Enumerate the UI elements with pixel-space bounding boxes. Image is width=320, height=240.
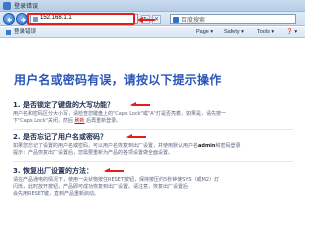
search-input[interactable]: 百度搜索 — [170, 14, 296, 24]
section-text: 下"Caps Lock"关闭，然后 刷新 后再重新登录。 — [13, 118, 121, 125]
browser-icon — [3, 2, 11, 10]
back-arrow-icon — [7, 17, 12, 23]
section-title-factory-reset: 3. 恢复出厂设置的方法： — [13, 167, 93, 175]
section-text: 提示：产品恢复出厂设置后，您需要重新为产品的各项设置做全面设置。 — [13, 150, 174, 156]
annotation-arrow-icon — [137, 17, 155, 23]
section-title-forgot-password: 2. 是否忘记了用户名或密码？ — [13, 133, 107, 141]
tab-bar: 登录错误 Page ▾ Safety ▾ Tools ▾ ❓ ▾ — [0, 27, 305, 38]
window-titlebar: 登录错误 — [0, 0, 305, 12]
section-text-part: 如果您忘记了设置的用户名或密码，可以用户名恢复到出厂设置，并使用默认用户名 — [13, 143, 199, 149]
section-title-caps-lock: 1. 是否锁定了键盘的大写功能？ — [13, 101, 114, 109]
section-text: 请在产品通电的情况下，使用一尖状物按住RESET按钮，保持按压约5秒钟使SYS（… — [13, 177, 220, 183]
page-content: 用户名或密码有误，请按以下提示操作 1. 是否锁定了键盘的大写功能？ 用户名和密… — [0, 39, 305, 214]
search-provider-icon — [173, 17, 179, 23]
page-heading: 用户名或密码有误，请按以下提示操作 — [14, 73, 222, 87]
address-highlight-annotation — [27, 13, 135, 25]
section-text: 用户名和密码区分大小写，请检查您键盘上的"Caps Lock"或"A"灯是否亮着… — [13, 111, 226, 117]
refresh-link[interactable]: 刷新 — [75, 118, 85, 124]
annotation-arrow-icon — [130, 102, 150, 106]
default-username: admin — [198, 143, 216, 149]
section-text: 闪烁，此时放开按钮，产品即可成功恢复到出厂设置。请注意，恢复出厂设置后 — [13, 184, 189, 190]
search-placeholder: 百度搜索 — [181, 17, 206, 24]
section-text-part: 后再重新登录。 — [86, 118, 122, 124]
back-button[interactable] — [3, 13, 15, 25]
page-menu[interactable]: Page ▾ — [196, 28, 213, 37]
annotation-arrow-icon — [126, 134, 146, 138]
section-text-part: 下"Caps Lock"关闭，然后 — [13, 118, 73, 124]
annotation-arrow-icon — [104, 168, 124, 172]
help-menu[interactable]: ❓ ▾ — [286, 28, 297, 37]
tab-login-error[interactable]: 登录错误 — [4, 28, 40, 37]
tools-menu[interactable]: Tools ▾ — [257, 28, 274, 37]
divider — [13, 161, 293, 162]
section-text: 会先用RESET键，直到产品重新启动。 — [13, 191, 100, 197]
divider — [13, 129, 293, 130]
section-text: 如果您忘记了设置的用户名或密码，可以用户名恢复到出厂设置，并使用默认用户名adm… — [13, 143, 240, 150]
tab-label: 登录错误 — [14, 29, 37, 35]
safety-menu[interactable]: Safety ▾ — [224, 28, 244, 37]
tab-page-icon — [6, 30, 11, 35]
section-text-part: 和密码登录 — [215, 143, 241, 149]
forward-arrow-icon — [21, 17, 26, 23]
window-title: 登录错误 — [14, 4, 39, 10]
